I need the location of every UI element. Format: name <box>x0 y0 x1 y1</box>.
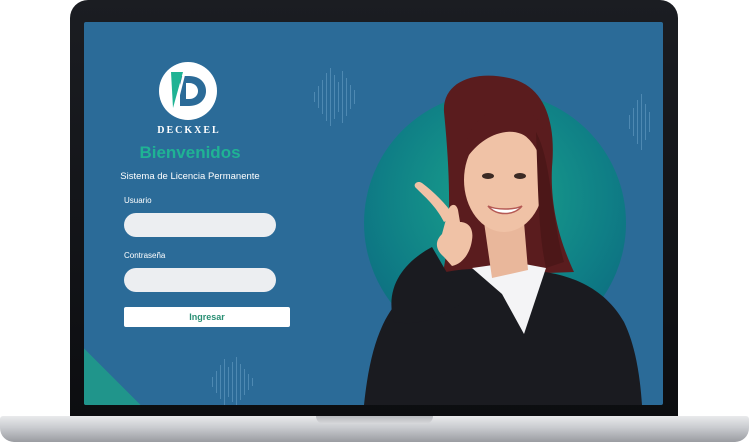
brand-name: DECKXEL <box>157 125 221 136</box>
username-label: Usuario <box>124 196 152 205</box>
system-subtitle: Sistema de Licencia Permanente <box>120 171 260 182</box>
decorative-corner-shape <box>84 348 141 405</box>
password-label: Contraseña <box>124 251 166 260</box>
username-input[interactable] <box>124 213 276 237</box>
welcome-heading: Bienvenidos <box>139 143 241 162</box>
login-screen: DECKXEL Bienvenidos Sistema de Licencia … <box>84 22 663 405</box>
woman-pointing-photo <box>364 75 642 405</box>
decorative-wave-bottom <box>212 357 253 405</box>
deckxel-logo-icon <box>159 62 217 120</box>
login-button[interactable]: Ingresar <box>124 307 290 327</box>
password-input[interactable] <box>124 268 276 292</box>
laptop-notch <box>316 416 433 424</box>
